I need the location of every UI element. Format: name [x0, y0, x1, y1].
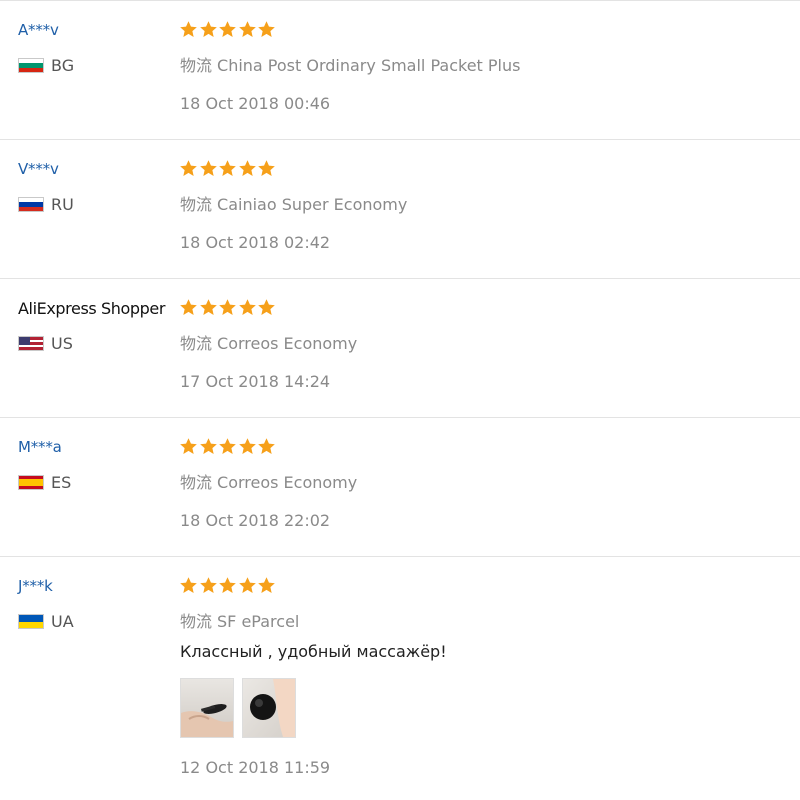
ukraine-flag-icon: [18, 614, 44, 629]
star-icon: [238, 159, 256, 176]
country-code: RU: [51, 195, 74, 214]
logistics-method: SF eParcel: [217, 612, 300, 631]
star-icon: [238, 298, 256, 315]
country-code: ES: [51, 473, 72, 492]
logistics-method: China Post Ordinary Small Packet Plus: [217, 56, 521, 75]
reviewer-country: UA: [18, 612, 74, 631]
russia-flag-icon: [18, 197, 44, 212]
logistics-info: 物流 Correos Economy: [180, 330, 357, 354]
reviewer-country: ES: [18, 473, 71, 492]
review-item: J***k UA 物流 SF eParcel Классный , удобный…: [0, 556, 800, 800]
country-code: UA: [51, 612, 74, 631]
logistics-label: 物流: [180, 56, 213, 75]
star-rating: [179, 572, 277, 598]
country-code: US: [51, 334, 73, 353]
star-icon: [199, 298, 217, 315]
star-icon: [180, 159, 197, 176]
logistics-method: Cainiao Super Economy: [217, 195, 408, 214]
photo-massager-head-icon: [243, 679, 295, 737]
logistics-method: Correos Economy: [217, 334, 358, 353]
star-icon: [219, 159, 236, 176]
spain-flag-icon: [18, 475, 44, 490]
review-item: AliExpress Shopper US 物流 Correos Economy …: [0, 278, 800, 417]
review-date: 18 Oct 2018 02:42: [180, 233, 331, 252]
star-icon: [199, 159, 217, 176]
bulgaria-flag-icon: [18, 58, 44, 73]
review-date: 18 Oct 2018 22:02: [180, 511, 331, 530]
reviewer-country: RU: [18, 195, 74, 214]
review-item: V***v RU 物流 Cainiao Super Economy 18 Oct …: [0, 139, 800, 278]
reviewer-name: M***a: [18, 438, 62, 456]
reviewer-name: V***v: [18, 160, 59, 178]
star-rating: [179, 433, 277, 459]
logistics-label: 物流: [180, 473, 213, 492]
star-rating: [179, 294, 277, 320]
star-icon: [258, 576, 275, 593]
star-icon: [238, 437, 256, 454]
star-icon: [199, 20, 217, 37]
star-icon: [258, 437, 275, 454]
star-icon: [199, 437, 217, 454]
logistics-method: Correos Economy: [217, 473, 358, 492]
logistics-label: 物流: [180, 195, 213, 214]
star-rating: [179, 155, 277, 181]
usa-flag-icon: [18, 336, 44, 351]
star-icon: [199, 576, 217, 593]
review-photo-thumbnail[interactable]: [242, 678, 296, 738]
star-icon: [258, 20, 275, 37]
reviewer-name: J***k: [18, 577, 53, 595]
star-icon: [219, 437, 236, 454]
review-comment: Классный , удобный массажёр!: [180, 642, 447, 661]
review-photo-thumbnail[interactable]: [180, 678, 234, 738]
star-icon: [180, 576, 197, 593]
photo-hand-massager-icon: [181, 679, 233, 737]
star-icon: [180, 437, 197, 454]
review-date: 17 Oct 2018 14:24: [180, 372, 331, 391]
star-rating: [179, 16, 277, 42]
star-icon: [219, 298, 236, 315]
star-icon: [258, 298, 275, 315]
country-code: BG: [51, 56, 75, 75]
feedback-list: A***v BG 物流 China Post Ordinary Small Pac…: [0, 0, 800, 800]
logistics-info: 物流 Correos Economy: [180, 469, 357, 493]
logistics-label: 物流: [180, 334, 213, 353]
star-icon: [180, 20, 197, 37]
star-icon: [238, 20, 256, 37]
star-icon: [258, 159, 275, 176]
review-date: 12 Oct 2018 11:59: [180, 758, 331, 777]
logistics-info: 物流 SF eParcel: [180, 608, 299, 632]
reviewer-country: US: [18, 334, 73, 353]
review-photos: [180, 678, 304, 738]
review-item: A***v BG 物流 China Post Ordinary Small Pac…: [0, 0, 800, 139]
star-icon: [219, 20, 236, 37]
reviewer-country: BG: [18, 56, 74, 75]
review-date: 18 Oct 2018 00:46: [180, 94, 331, 113]
review-item: M***a ES 物流 Correos Economy 18 Oct 2018 2…: [0, 417, 800, 556]
star-icon: [238, 576, 256, 593]
logistics-label: 物流: [180, 612, 213, 631]
reviewer-name: A***v: [18, 21, 59, 39]
reviewer-name: AliExpress Shopper: [18, 299, 166, 318]
star-icon: [180, 298, 197, 315]
star-icon: [219, 576, 236, 593]
logistics-info: 物流 China Post Ordinary Small Packet Plus: [180, 52, 520, 76]
logistics-info: 物流 Cainiao Super Economy: [180, 191, 407, 215]
